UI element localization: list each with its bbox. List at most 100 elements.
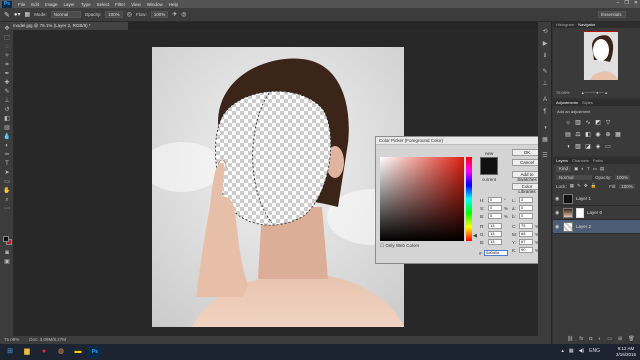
clock[interactable]: 9:12 AM 2/16/2016 — [616, 346, 636, 358]
dodge-tool-icon[interactable]: ◐ — [3, 143, 11, 150]
lock-pixels-icon[interactable]: ✎ — [577, 183, 581, 189]
hue-saturation-icon[interactable]: ▤ — [565, 132, 571, 138]
pen-tool-icon[interactable]: ✑ — [3, 152, 11, 159]
c-field[interactable]: 75 — [519, 223, 533, 229]
h-field[interactable]: 0 — [488, 197, 502, 203]
filter-smart-icon[interactable]: ▤ — [600, 166, 604, 172]
shape-tool-icon[interactable]: ▭ — [3, 179, 11, 186]
history-icon[interactable]: ⟲ — [541, 28, 549, 36]
gradient-map-icon[interactable]: ▭ — [605, 144, 611, 150]
lab-b-field[interactable]: 0 — [519, 213, 533, 219]
layer-row[interactable]: ◉ Layer 0 — [553, 206, 640, 220]
file-explorer-icon[interactable]: ▆ — [20, 346, 34, 358]
minimize-button[interactable]: – — [617, 0, 620, 6]
document-canvas[interactable] — [152, 47, 404, 327]
tab-layers[interactable]: Layers — [556, 158, 568, 164]
new-group-icon[interactable]: ▭ — [607, 336, 612, 342]
new-adjustment-icon[interactable]: ◐ — [598, 336, 601, 342]
photo-filter-icon[interactable]: ◉ — [595, 132, 601, 138]
clone-stamp-tool-icon[interactable]: ⊥ — [3, 98, 11, 105]
channel-mixer-icon[interactable]: ⊕ — [605, 132, 611, 138]
r-field[interactable]: 13 — [488, 223, 502, 229]
mode-select[interactable]: Normal — [50, 11, 81, 18]
navigator-zoom-value[interactable]: 75.09% — [556, 90, 570, 95]
type-tool-icon[interactable]: T — [3, 161, 11, 168]
screen-mode-icon[interactable]: ▣ — [3, 259, 11, 266]
g-field[interactable]: 13 — [488, 231, 502, 237]
blue-field[interactable]: 13 — [488, 239, 502, 245]
eye-icon[interactable]: ◉ — [555, 210, 560, 216]
current-color-swatch[interactable] — [480, 166, 498, 175]
language-indicator[interactable]: ENG — [589, 348, 600, 354]
fill-input[interactable]: 100% — [619, 183, 635, 189]
more-tools-icon[interactable]: ⋯ — [3, 206, 11, 213]
add-mask-icon[interactable]: ◘ — [589, 336, 592, 342]
checkbox-icon[interactable]: ☐ — [380, 243, 384, 248]
crop-tool-icon[interactable]: ⌗ — [3, 62, 11, 69]
tray-arrow-icon[interactable]: ▴ — [561, 348, 564, 354]
tab-paths[interactable]: Paths — [593, 158, 603, 164]
healing-brush-tool-icon[interactable]: ✚ — [3, 80, 11, 87]
curves-icon[interactable]: ∿ — [585, 120, 591, 126]
zoom-tool-icon[interactable]: ⌕ — [3, 197, 11, 204]
filter-shape-icon[interactable]: ▭ — [593, 166, 597, 172]
menu-file[interactable]: File — [18, 2, 25, 7]
menu-type[interactable]: Type — [81, 2, 91, 7]
gradient-tool-icon[interactable]: ▤ — [3, 125, 11, 132]
swatches-icon[interactable]: ▦ — [541, 136, 549, 144]
workspace-select[interactable]: Essentials — [598, 11, 626, 18]
hue-slider[interactable] — [466, 157, 472, 241]
actions-icon[interactable]: ▶ — [541, 40, 549, 48]
eye-icon[interactable]: ◉ — [555, 196, 560, 202]
hand-tool-icon[interactable]: ✋ — [3, 188, 11, 195]
media-player-icon[interactable]: ● — [37, 346, 51, 358]
a-field[interactable]: 0 — [519, 205, 533, 211]
menu-filter[interactable]: Filter — [115, 2, 125, 7]
brush-panel-icon[interactable]: ✎ — [541, 68, 549, 76]
pressure-opacity-icon[interactable]: ◎ — [127, 11, 132, 18]
filter-type-icon[interactable]: T — [587, 166, 590, 172]
black-white-icon[interactable]: ◧ — [585, 132, 591, 138]
marquee-tool-icon[interactable]: ⬚ — [3, 35, 11, 42]
brush-panel-icon[interactable]: ▦ — [25, 11, 31, 18]
character-icon[interactable]: A — [541, 96, 549, 104]
navigator-thumbnail[interactable] — [583, 31, 618, 80]
brightness-contrast-icon[interactable]: ☼ — [565, 120, 571, 126]
y-field[interactable]: 67 — [519, 239, 533, 245]
color-icon[interactable]: ◑ — [541, 124, 549, 132]
maximize-button[interactable]: ❐ — [624, 0, 628, 6]
link-layers-icon[interactable]: ⛓ — [567, 336, 573, 342]
b-field[interactable]: 5 — [488, 213, 502, 219]
opacity-input[interactable]: 100% — [105, 11, 123, 18]
quick-select-tool-icon[interactable]: ✧ — [3, 53, 11, 60]
photoshop-taskbar-icon[interactable]: Ps — [88, 346, 102, 358]
lasso-tool-icon[interactable]: ◌ — [3, 44, 11, 51]
invert-icon[interactable]: ◑ — [565, 144, 571, 150]
folder-icon[interactable]: ▬ — [71, 346, 85, 358]
document-tab[interactable]: model.jpg @ 75.1% (Layer 2, RGB/8) * — [10, 22, 128, 30]
clone-source-icon[interactable]: ⊥ — [541, 80, 549, 88]
path-select-tool-icon[interactable]: ➤ — [3, 170, 11, 177]
eyedropper-tool-icon[interactable]: ✒ — [3, 71, 11, 78]
zoom-level[interactable]: 75.09% — [4, 336, 19, 344]
layer-style-icon[interactable]: fx — [579, 336, 583, 342]
levels-icon[interactable]: ▥ — [575, 120, 581, 126]
volume-icon[interactable]: ◀) — [579, 348, 585, 354]
menu-layer[interactable]: Layer — [64, 2, 75, 7]
color-lookup-icon[interactable]: ▦ — [615, 132, 621, 138]
eye-icon[interactable]: ◉ — [555, 224, 560, 230]
menu-window[interactable]: Window — [147, 2, 163, 7]
lock-all-icon[interactable]: 🔒 — [591, 183, 597, 189]
hex-field[interactable]: 0d0d0d — [484, 250, 508, 256]
close-button[interactable]: ✕ — [634, 0, 638, 6]
start-icon[interactable]: ⊞ — [3, 346, 17, 358]
zoom-slider-icon[interactable]: ▲────●──▲ — [581, 90, 608, 95]
menu-select[interactable]: Select — [97, 2, 110, 7]
kind-filter-select[interactable]: Kind — [556, 166, 572, 172]
layer-mask-thumbnail[interactable] — [576, 207, 584, 218]
filter-adjust-icon[interactable]: ◐ — [581, 166, 584, 172]
brush-preset-icon[interactable]: ●▾ — [14, 11, 21, 18]
only-web-colors-checkbox[interactable]: ☐ Only Web Colors — [380, 243, 419, 249]
new-layer-icon[interactable]: ⊞ — [618, 336, 622, 342]
selective-color-icon[interactable]: ◈ — [595, 144, 601, 150]
